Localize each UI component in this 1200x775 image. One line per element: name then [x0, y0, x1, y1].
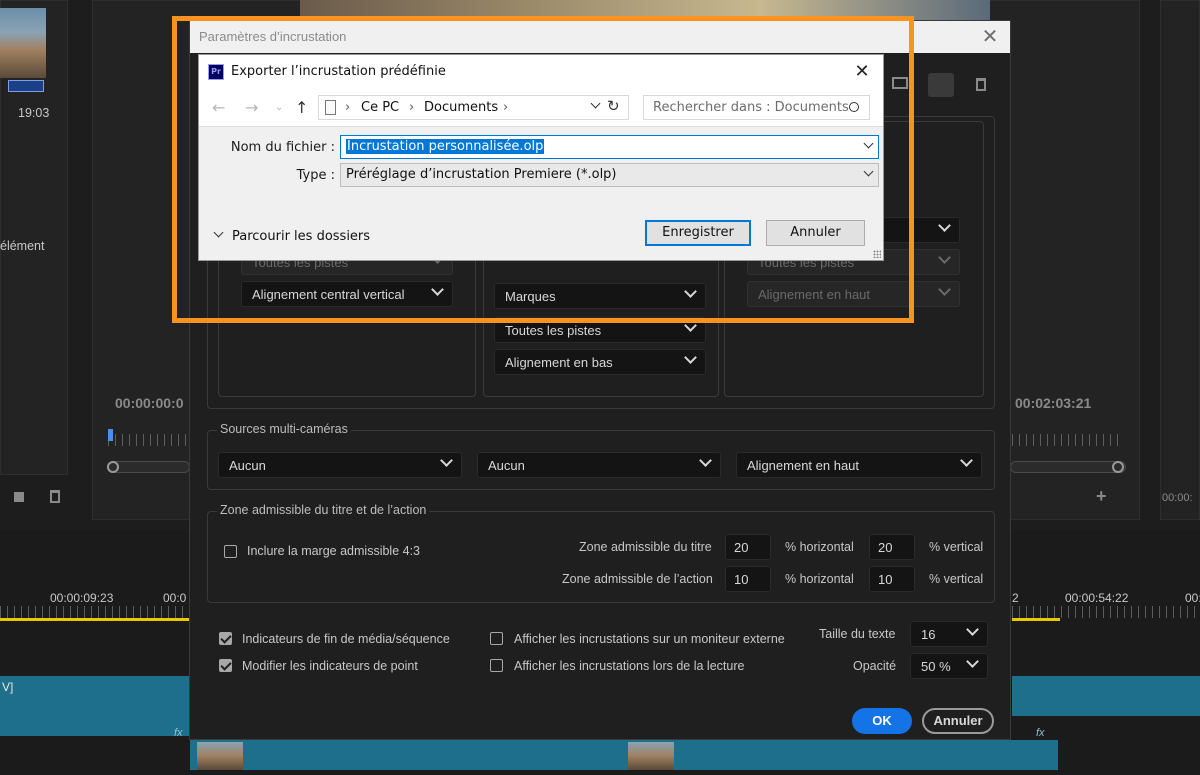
highlight-box [172, 16, 914, 323]
trash-icon[interactable] [50, 490, 60, 503]
ok-button[interactable]: OK [852, 708, 912, 734]
multicam-value-1: Aucun [229, 458, 266, 473]
playhead-marker[interactable] [108, 429, 113, 441]
zoom-handle-left[interactable] [107, 461, 119, 473]
multicam-dropdown-1[interactable]: Aucun [218, 452, 462, 478]
edit-point-label: Modifier les indicateurs de point [242, 659, 418, 673]
text-size-dropdown[interactable]: 16 [910, 621, 988, 647]
chevron-down-icon [684, 351, 697, 364]
chevron-down-icon [440, 454, 453, 467]
action-horizontal-input[interactable]: 10 [725, 566, 771, 592]
multicam-value-2: Aucun [488, 458, 525, 473]
monitor-ruler-right[interactable] [1012, 434, 1122, 446]
timeline-time-5: 00: [1185, 591, 1200, 605]
timecode-duration: 00:02:03:21 [1015, 395, 1092, 411]
opacity-label: Opacité [853, 659, 897, 673]
action-horizontal-unit: % horizontal [785, 572, 854, 586]
export-preset-icon[interactable] [928, 73, 954, 97]
work-area-bar[interactable] [0, 618, 190, 621]
track-label: V] [2, 680, 14, 694]
chevron-down-icon [960, 454, 973, 467]
chevron-down-icon [966, 655, 979, 668]
text-size-label: Taille du texte [819, 627, 896, 641]
external-monitor-label: Afficher les incrustations sur un monite… [514, 632, 785, 646]
mid-align-dropdown[interactable]: Alignement en bas [494, 349, 706, 375]
timeline-time-4: 00:00:54:22 [1065, 591, 1129, 605]
new-item-icon[interactable] [14, 492, 24, 502]
clip-strip[interactable] [190, 740, 1058, 770]
right-timecode: 00:00: [1162, 492, 1193, 504]
multicam-label: Sources multi-caméras [217, 422, 351, 436]
zoom-handle-right[interactable] [1112, 461, 1124, 473]
opacity-dropdown[interactable]: 50 % [910, 653, 988, 679]
include-43-checkbox[interactable] [224, 545, 237, 558]
safe-zone-label: Zone admissible du titre et de l’action [217, 503, 430, 517]
external-monitor-checkbox[interactable] [490, 632, 503, 645]
clip-duration: 19:03 [18, 106, 50, 120]
multicam-dropdown-3[interactable]: Alignement en haut [736, 452, 982, 478]
right-panel [1160, 0, 1200, 520]
text-size-value: 16 [921, 627, 936, 642]
during-playback-label: Afficher les incrustations lors de la le… [514, 659, 745, 673]
action-zone-label: Zone admissible de l’action [562, 572, 713, 586]
edit-point-checkbox[interactable] [219, 659, 232, 672]
video-track-clip[interactable] [0, 676, 190, 736]
title-vertical-unit: % vertical [929, 540, 984, 554]
add-button-icon[interactable]: + [1096, 486, 1107, 507]
clip-thumb-1 [197, 742, 243, 770]
fx-badge-right: fx [1036, 727, 1045, 739]
chevron-down-icon [938, 219, 951, 232]
clip-thumbnail [0, 8, 46, 78]
timeline-ruler[interactable] [0, 606, 190, 618]
video-track-clip-right[interactable] [1012, 676, 1200, 716]
mid-tracks-value: Toutes les pistes [505, 323, 602, 338]
timeline-time-2: 00:0 [163, 591, 187, 605]
include-43-label: Inclure la marge admissible 4:3 [247, 544, 420, 558]
zoom-scroll-bar-right[interactable] [1010, 461, 1126, 473]
chevron-down-icon [938, 283, 951, 296]
monitor-ruler[interactable] [108, 434, 190, 446]
during-playback-checkbox[interactable] [490, 659, 503, 672]
title-zone-label: Zone admissible du titre [579, 540, 712, 554]
action-vertical-unit: % vertical [929, 572, 984, 586]
opacity-value: 50 % [921, 659, 951, 674]
chevron-down-icon [938, 251, 951, 264]
zoom-scroll-bar[interactable] [107, 461, 190, 473]
multicam-value-3: Alignement en haut [747, 458, 860, 473]
trash-icon[interactable] [976, 78, 986, 91]
end-indicators-label: Indicateurs de fin de média/séquence [242, 632, 450, 646]
action-vertical-input[interactable]: 10 [869, 566, 915, 592]
close-icon[interactable]: ✕ [978, 25, 1002, 49]
fx-badge: fx [174, 727, 183, 739]
item-label: élément [0, 239, 45, 253]
end-indicators-checkbox[interactable] [219, 632, 232, 645]
mid-align-value: Alignement en bas [505, 355, 613, 370]
clip-badges [8, 80, 44, 92]
multicam-dropdown-2[interactable]: Aucun [477, 452, 721, 478]
title-horizontal-unit: % horizontal [785, 540, 854, 554]
timecode-current[interactable]: 00:00:00:0 [115, 395, 184, 411]
chevron-down-icon [966, 623, 979, 636]
timeline-time-1: 00:00:09:23 [50, 591, 114, 605]
title-horizontal-input[interactable]: 20 [725, 534, 771, 560]
timeline-time-3: 2 [1012, 591, 1019, 605]
clip-thumb-2 [628, 742, 674, 770]
work-area-bar-right[interactable] [1012, 618, 1060, 621]
title-vertical-input[interactable]: 20 [869, 534, 915, 560]
cancel-button[interactable]: Annuler [922, 708, 994, 734]
timeline-ruler-right[interactable] [1012, 606, 1200, 618]
chevron-down-icon [699, 454, 712, 467]
